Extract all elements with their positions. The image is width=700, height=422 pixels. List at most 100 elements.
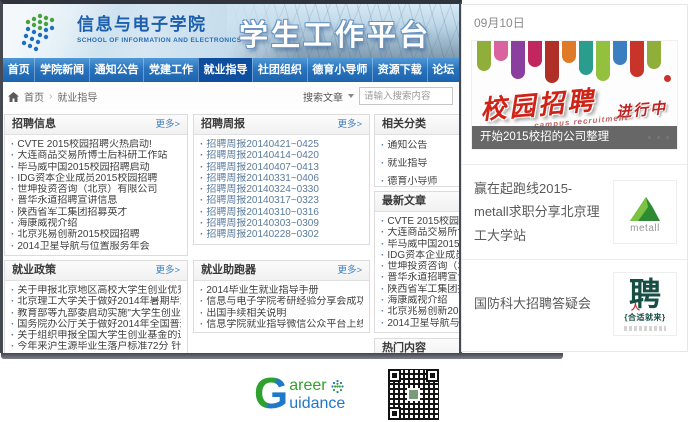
more-link[interactable]: 更多>	[337, 115, 362, 134]
list-item[interactable]: 陕西省军工集团招募英才	[11, 207, 181, 218]
school-name-en: SCHOOL OF INFORMATION AND ELECTRONICS	[77, 38, 242, 45]
fine-print-decoration	[624, 326, 666, 331]
box-hot-content: 热门内容	[374, 338, 462, 353]
main-nav: 首页学院新闻通知公告党建工作就业指导社团组织德育小导师资源下载论坛	[3, 58, 459, 82]
list-item[interactable]: 2014卫星导航与位置服务年会	[381, 318, 462, 329]
category-link[interactable]: 通知公告	[381, 140, 458, 152]
more-link[interactable]: 更多>	[337, 261, 362, 280]
box-title: 招聘信息	[12, 118, 56, 130]
breadcrumb-home[interactable]: 首页	[24, 89, 44, 104]
nav-item[interactable]: 德育小导师	[307, 58, 372, 82]
box-recruit-info: 更多> 招聘信息 CVTE 2015校园招聘火热启动!大连商品交易所博士后科研工作…	[4, 114, 188, 256]
nav-item[interactable]: 社团组织	[252, 58, 306, 82]
qr-center-logo	[407, 388, 420, 401]
list-item[interactable]: 北京兆易创新2015校园招聘	[381, 306, 462, 317]
more-link[interactable]: 更多>	[155, 261, 180, 280]
feature-article-image[interactable]: 校园招聘 进行中 campus recruitment 开始2015校招的公司整…	[471, 40, 678, 150]
booster-list: 2014毕业生就业指导手册信息与电子学院考研经验分享会成功召开出国手续相关说明信…	[194, 281, 369, 330]
window-shadow	[1, 353, 563, 359]
breadcrumb: 首页 › 就业指导	[8, 89, 97, 104]
caret-down-icon[interactable]	[348, 94, 354, 98]
nav-item[interactable]: 就业指导	[198, 58, 252, 82]
portal-page: 信息与电子学院 SCHOOL OF INFORMATION AND ELECTR…	[0, 0, 462, 353]
list-item[interactable]: 招聘周报20140407~0413	[200, 162, 363, 173]
list-item[interactable]: 招聘周报20140421~0425	[200, 139, 363, 150]
list-item[interactable]: IDG资本企业成员2015校园招聘	[381, 250, 462, 261]
list-item[interactable]: 普华永道招聘宣讲信息	[11, 195, 181, 206]
list-item[interactable]: 关于申报北京地区高校大学生创业优秀团队的通知	[11, 285, 181, 296]
list-item[interactable]: 信息与电子学院考研经验分享会成功召开	[200, 296, 363, 307]
list-item[interactable]: 关于组织申报全国大学生创业基金的通知	[11, 330, 181, 341]
qr-code	[386, 367, 441, 422]
breadcrumb-bar: 首页 › 就业指导 搜索文章	[3, 82, 459, 110]
list-item[interactable]: 北京理工大学关于做好2014年暑期毕业生派遣工作的通知	[11, 296, 181, 307]
list-item[interactable]: 普华永道招聘宣讲信息	[381, 272, 462, 283]
box-title: 招聘周报	[201, 118, 245, 130]
nav-item[interactable]: 党建工作	[143, 58, 197, 82]
home-icon[interactable]	[8, 92, 19, 102]
list-item[interactable]: IDG资本企业成员2015校园招聘	[11, 173, 181, 184]
list-item[interactable]: 大连商品交易所博士后科研工作站	[11, 150, 181, 161]
article-date: 09月10日	[462, 5, 687, 36]
feature-article-caption[interactable]: 开始2015校招的公司整理 ◦ ◦ ◦	[472, 126, 677, 149]
search-input[interactable]	[359, 87, 453, 105]
school-name: 信息与电子学院	[77, 16, 242, 33]
list-item[interactable]: 招聘周报20140228~0302	[200, 229, 363, 240]
list-item[interactable]: 国务院办公厅关于做好2014年全国普通高等学校毕业生就业...	[11, 319, 181, 330]
person-icon: 人	[631, 303, 640, 312]
article-title: 赢在起跑线2015-metall求职分享北京理工大学站	[474, 177, 613, 247]
list-item[interactable]: 2014毕业生就业指导手册	[200, 285, 363, 296]
list-item[interactable]: 出国手续相关说明	[200, 308, 363, 319]
box-latest-articles: 最新文章 CVTE 2015校园招聘火热启动!大连商品交易所博士后科研工作站毕马…	[374, 191, 462, 333]
list-item[interactable]: 招聘周报20140324~0330	[200, 184, 363, 195]
nav-item[interactable]: 通知公告	[89, 58, 143, 82]
list-item[interactable]: 信息学院就业指导微信公众平台上线啦!	[200, 319, 363, 330]
category-link[interactable]: 德育小导师	[381, 176, 458, 187]
list-item[interactable]: 今年来沪生源毕业生落户标准72分 针对紧缺急需人才	[11, 341, 181, 352]
search-category-dropdown[interactable]: 搜索文章	[303, 89, 343, 104]
pin-logo-character: 聘人	[629, 278, 661, 310]
list-item[interactable]: 招聘周报20140310~0316	[200, 207, 363, 218]
nav-item[interactable]: 资源下载	[372, 58, 426, 82]
qr-finder-icon	[426, 369, 439, 382]
pin-logo-slogan: {合适就来}	[624, 312, 665, 323]
article-row[interactable]: 赢在起跑线2015-metall求职分享北京理工大学站 metall	[462, 164, 687, 259]
list-item[interactable]: 招聘周报20140331~0406	[200, 173, 363, 184]
nav-item[interactable]: 首页	[3, 58, 34, 82]
box-weekly-report: 更多> 招聘周报 招聘周报20140421~0425招聘周报20140414~04…	[193, 114, 370, 245]
list-item[interactable]: CVTE 2015校园招聘火热启动!	[381, 216, 462, 227]
career-guidance-logo: G areer uidance	[254, 374, 345, 414]
list-item[interactable]: 大连商品交易所博士后科研工作站	[381, 227, 462, 238]
list-item[interactable]: 招聘周报20140303~0309	[200, 218, 363, 229]
box-title: 就业助跑器	[201, 264, 256, 276]
list-item[interactable]: CVTE 2015校园招聘火热启动!	[11, 139, 181, 150]
globe-dots-icon	[330, 379, 345, 394]
list-item[interactable]: 陕西省军工集团招募英才	[381, 284, 462, 295]
weekly-report-list: 招聘周报20140421~0425招聘周报20140414~0420招聘周报20…	[194, 135, 369, 241]
list-item[interactable]: 世坤投资咨询（北京）有限公司	[11, 184, 181, 195]
list-item[interactable]: 2014卫星导航与位置服务年会	[11, 241, 181, 252]
list-item[interactable]: 毕马威中国2015校园招聘启动	[381, 239, 462, 250]
box-employment-booster: 更多> 就业助跑器 2014毕业生就业指导手册信息与电子学院考研经验分享会成功召开…	[193, 260, 370, 333]
box-title: 热门内容	[382, 342, 426, 353]
more-link[interactable]: 更多>	[155, 115, 180, 134]
category-link[interactable]: 就业指导	[381, 158, 458, 170]
recruit-info-list: CVTE 2015校园招聘火热启动!大连商品交易所博士后科研工作站毕马威中国20…	[5, 135, 187, 252]
nav-item[interactable]: 学院新闻	[34, 58, 88, 82]
list-item[interactable]: 北京兆易创新2015校园招聘	[11, 229, 181, 240]
list-item[interactable]: 招聘周报20140317~0323	[200, 195, 363, 206]
article-thumbnail: 聘人 {合适就来}	[613, 272, 677, 336]
list-item[interactable]: 教育部等九部委启动实施"大学生创业引领计划"	[11, 308, 181, 319]
breadcrumb-current: 就业指导	[57, 89, 97, 104]
wechat-article-panel: 09月10日 校园招聘 进行中 campus recruitment 开始201…	[461, 4, 688, 352]
article-title: 国防科大招聘答疑会	[474, 292, 613, 315]
list-item[interactable]: 世坤投资咨询（北京）有限公司	[381, 261, 462, 272]
box-title: 就业政策	[12, 264, 56, 276]
article-row[interactable]: 国防科大招聘答疑会 聘人 {合适就来}	[462, 259, 687, 348]
nav-item[interactable]: 论坛	[427, 58, 459, 82]
list-item[interactable]: 毕马威中国2015校园招聘启动	[11, 162, 181, 173]
list-item[interactable]: 招聘周报20140414~0420	[200, 150, 363, 161]
logo-letter-g: G	[254, 374, 288, 414]
list-item[interactable]: 海康威视介绍	[11, 218, 181, 229]
list-item[interactable]: 海康威视介绍	[381, 295, 462, 306]
